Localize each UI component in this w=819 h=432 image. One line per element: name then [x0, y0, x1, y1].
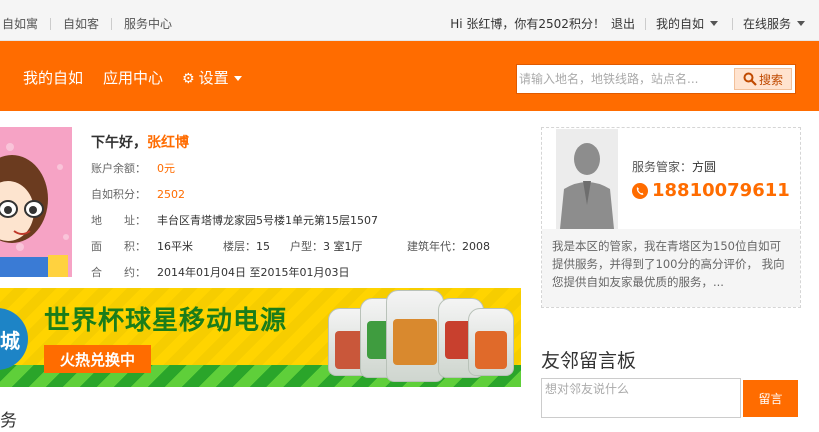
top-links: 自如寓 自如客 服务中心	[0, 15, 184, 32]
address-row: 地 址： 丰台区青塔博龙家园5号楼1单元第15层1507	[91, 212, 378, 228]
floor-label: 楼层：	[223, 240, 256, 253]
search-input[interactable]: 请输入地名，地铁线路，站点名...	[519, 70, 698, 87]
manager-label: 服务管家：方圆	[632, 158, 716, 175]
nav-settings-label: 设置	[198, 69, 229, 87]
top-user-area: Hi 张红博，你有2502积分！ 退出 我的自如 在线服务	[450, 15, 819, 32]
top-bar: 自如寓 自如客 服务中心 Hi 张红博，你有2502积分！ 退出 我的自如 在线…	[0, 0, 819, 41]
main-nav: 我的自如 应用中心 ⚙ 设置 请输入地名，地铁线路，站点名... 搜索	[0, 41, 819, 111]
logout-link[interactable]: 退出	[611, 15, 645, 32]
message-input[interactable]: 想对邻友说什么	[541, 378, 741, 418]
points-label: 自如积分：	[91, 188, 146, 201]
banner-circle-text: 城	[0, 328, 20, 353]
contract-label: 合 约：	[91, 266, 146, 279]
nav-settings[interactable]: ⚙ 设置	[182, 67, 242, 88]
floor-value: 15	[256, 240, 270, 253]
search-button[interactable]: 搜索	[734, 68, 792, 90]
contract-value: 2014年01月04日 至2015年01月03日	[157, 266, 350, 279]
room-info-row: 面 积： 16平米 楼层：15 户型：3 室1厅 建筑年代：2008	[91, 238, 490, 254]
area-value: 16平米	[157, 240, 193, 253]
section-title-service: 务	[0, 411, 17, 431]
manager-avatar	[556, 129, 618, 229]
phone-icon	[632, 182, 648, 199]
search-box: 请输入地名，地铁线路，站点名... 搜索	[516, 64, 796, 94]
year-label: 建筑年代：	[407, 240, 462, 253]
promo-banner[interactable]: 城 世界杯球星移动电源 火热兑换中	[0, 288, 521, 387]
address-label: 地 址：	[91, 214, 146, 227]
link-ziroom-apartment[interactable]: 自如寓	[0, 15, 50, 32]
nav-app-center[interactable]: 应用中心	[103, 67, 163, 88]
points-value: 2502	[157, 188, 185, 201]
chevron-down-icon	[797, 21, 805, 26]
post-message-button[interactable]: 留言	[743, 380, 798, 417]
gear-icon: ⚙	[182, 71, 195, 87]
layout-label: 户型：	[290, 240, 323, 253]
banner-cta[interactable]: 火热兑换中	[44, 345, 152, 373]
balance-row: 账户余额： 0元	[91, 160, 175, 176]
nav-my-ziroom[interactable]: 我的自如	[23, 67, 83, 88]
greeting-prefix: 下午好，	[91, 135, 147, 151]
manager-phone-number: 18810079611	[652, 180, 790, 201]
greeting: 下午好，张红博	[91, 132, 189, 152]
points-row: 自如积分： 2502	[91, 186, 185, 202]
area-label: 面 积：	[91, 240, 146, 253]
power-bank-image	[386, 290, 444, 382]
search-icon	[743, 72, 757, 86]
balance-value: 0元	[157, 162, 175, 175]
service-manager-card: 服务管家：方圆 18810079611 我是本区的管家，我在青塔区为150位自如…	[541, 127, 801, 308]
address-value: 丰台区青塔博龙家园5号楼1单元第15层1507	[157, 214, 378, 227]
avatar	[0, 127, 72, 277]
message-board-title: 友邻留言板	[541, 350, 637, 372]
chevron-down-icon	[233, 76, 242, 81]
chevron-down-icon	[709, 21, 718, 26]
manager-label-text: 服务管家：	[632, 160, 693, 174]
contract-row: 合 约： 2014年01月04日 至2015年01月03日	[91, 264, 349, 280]
layout-value: 3 室1厅	[323, 240, 363, 253]
manager-name: 方圆	[692, 160, 717, 174]
my-ziroom-menu[interactable]: 我的自如	[646, 15, 732, 32]
power-bank-image	[468, 308, 514, 376]
balance-label: 账户余额：	[91, 162, 146, 175]
link-service-center[interactable]: 服务中心	[112, 15, 184, 32]
banner-headline: 世界杯球星移动电源	[44, 306, 288, 336]
online-service-label: 在线服务	[742, 17, 791, 31]
year-value: 2008	[462, 240, 490, 253]
manager-description: 我是本区的管家，我在青塔区为150位自如可提供服务，并得到了100分的高分评价，…	[542, 229, 800, 307]
online-service-menu[interactable]: 在线服务	[733, 15, 819, 32]
link-ziroom-guest[interactable]: 自如客	[51, 15, 111, 32]
manager-phone: 18810079611	[632, 180, 790, 201]
search-button-label: 搜索	[758, 72, 783, 87]
my-ziroom-label: 我的自如	[655, 17, 704, 31]
user-name: 张红博	[147, 135, 189, 151]
user-greeting: Hi 张红博，你有2502积分！	[450, 17, 605, 31]
